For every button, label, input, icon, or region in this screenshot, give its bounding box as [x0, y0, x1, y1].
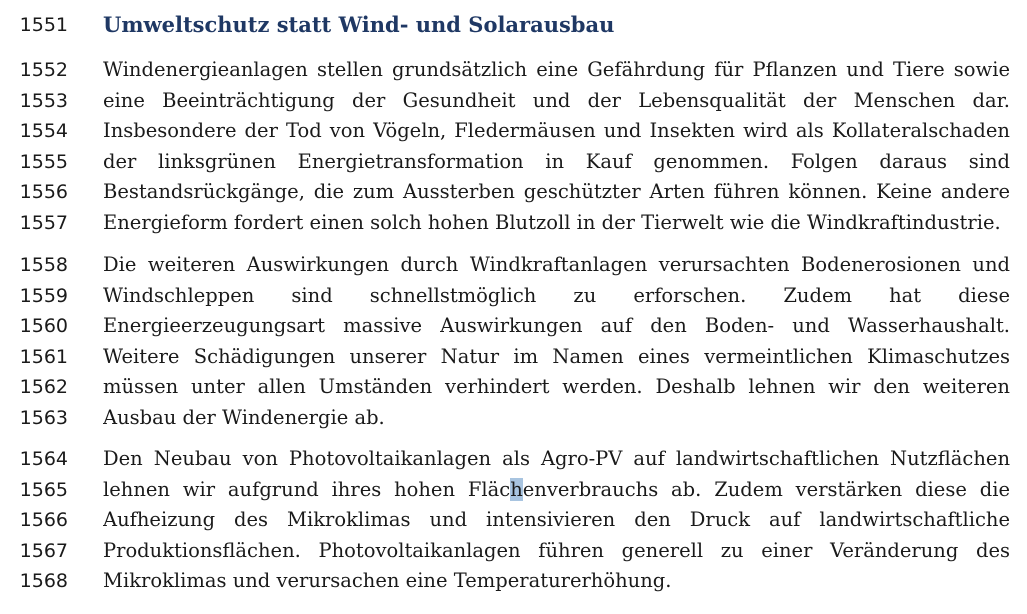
text-line: 1563 Ausbau der Windenergie ab. — [0, 403, 1027, 433]
paragraph-line-text[interactable]: der linksgrünen Energietransformation in… — [103, 147, 1010, 177]
line-number: 1558 — [19, 254, 68, 276]
text-line: 1565 lehnen wir aufgrund ihres hohen Fläc… — [0, 475, 1027, 505]
paragraph-line-text[interactable]: Produktionsflächen. Photovoltaikanlagen … — [103, 536, 1010, 566]
text-line: 1567 Produktionsflächen. Photovoltaikanla… — [0, 536, 1027, 566]
paragraph-line-text[interactable]: Bestandsrückgänge, die zum Aussterben ge… — [103, 177, 1010, 207]
text-line: 1557 Energieform fordert einen solch hohe… — [0, 208, 1027, 238]
paragraph-line-text[interactable]: lehnen wir aufgrund ihres hohen Flächenv… — [103, 475, 1010, 505]
line-number: 1568 — [19, 570, 68, 592]
text-line: 1556 Bestandsrückgänge, die zum Aussterbe… — [0, 177, 1027, 207]
paragraph-line-text[interactable]: Weitere Schädigungen unserer Natur im Na… — [103, 342, 1010, 372]
line-number: 1566 — [19, 509, 68, 531]
paragraph-line-text[interactable]: Aufheizung des Mikroklimas und intensivi… — [103, 505, 1010, 535]
text-line: 1555 der linksgrünen Energietransformatio… — [0, 147, 1027, 177]
text-line: 1561 Weitere Schädigungen unserer Natur i… — [0, 342, 1027, 372]
paragraph-line-text[interactable]: Die weiteren Auswirkungen durch Windkraf… — [103, 250, 1010, 280]
paragraph-line-text[interactable]: Energieform fordert einen solch hohen Bl… — [103, 208, 1010, 238]
paragraph-line-text[interactable]: müssen unter allen Umständen verhindert … — [103, 372, 1010, 402]
paragraph-line-text[interactable]: Windschleppen sind schnellstmöglich zu e… — [103, 281, 1010, 311]
line-number: 1553 — [19, 89, 68, 112]
text-line: 1559 Windschleppen sind schnellstmöglich … — [0, 281, 1027, 311]
line-number: 1565 — [19, 478, 68, 501]
text-line: 1554 Insbesondere der Tod von Vögeln, Fle… — [0, 116, 1027, 146]
line-number: 1562 — [19, 376, 68, 398]
heading-line: 1551 Umweltschutz statt Wind- und Solara… — [0, 10, 1027, 40]
paragraph-line-text[interactable]: Ausbau der Windenergie ab. — [103, 403, 1010, 433]
section-heading[interactable]: Umweltschutz statt Wind- und Solarausbau — [103, 10, 1010, 40]
text-line: 1560 Energieerzeugungsart massive Auswirk… — [0, 311, 1027, 341]
paragraph-line-text[interactable]: Den Neubau von Photovoltaikanlagen als A… — [103, 444, 1010, 474]
paragraph-line-text[interactable]: eine Beeinträchtigung der Gesundheit und… — [103, 86, 1010, 116]
text-line: 1558 Die weiteren Auswirkungen durch Wind… — [0, 250, 1027, 280]
paragraph-line-text[interactable]: Insbesondere der Tod von Vögeln, Flederm… — [103, 116, 1010, 146]
text-line: 1566 Aufheizung des Mikroklimas und inten… — [0, 505, 1027, 535]
text-line: 1564 Den Neubau von Photovoltaikanlagen a… — [0, 444, 1027, 474]
line-number: 1560 — [19, 315, 68, 337]
text-line: 1568 Mikroklimas und verursachen eine Tem… — [0, 566, 1027, 596]
line-number: 1554 — [19, 120, 68, 142]
line-number: 1564 — [19, 448, 68, 470]
line-number: 1551 — [19, 14, 68, 36]
text-line: 1553 eine Beeinträchtigung der Gesundheit… — [0, 86, 1027, 116]
text-cursor-highlight: h — [510, 477, 523, 501]
document-page: 1551 Umweltschutz statt Wind- und Solara… — [0, 0, 1027, 614]
line-number: 1559 — [19, 284, 68, 307]
line-number: 1555 — [19, 150, 68, 173]
text-line: 1562 müssen unter allen Umständen verhind… — [0, 372, 1027, 402]
line-number: 1557 — [19, 211, 68, 234]
line-number: 1567 — [19, 539, 68, 562]
line-number: 1563 — [19, 406, 68, 429]
paragraph-line-text[interactable]: Energieerzeugungsart massive Auswirkunge… — [103, 311, 1010, 341]
line-number: 1552 — [19, 59, 68, 81]
paragraph-line-text[interactable]: Mikroklimas und verursachen eine Tempera… — [103, 566, 1010, 596]
line-number: 1561 — [19, 345, 68, 368]
text-line: 1552 Windenergieanlagen stellen grundsätz… — [0, 55, 1027, 85]
line-number: 1556 — [19, 181, 68, 203]
paragraph-line-text[interactable]: Windenergieanlagen stellen grundsätzlich… — [103, 55, 1010, 85]
